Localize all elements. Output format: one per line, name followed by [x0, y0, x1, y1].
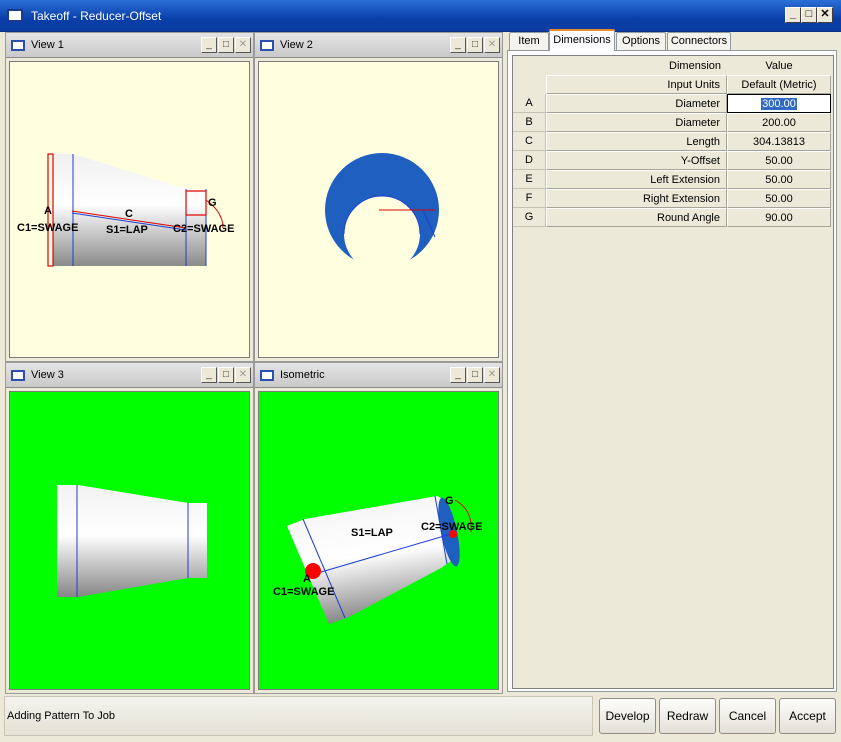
- view-2-titlebar[interactable]: View 2 _ □ ✕: [255, 33, 502, 58]
- row-value-input[interactable]: 300.00: [727, 94, 831, 113]
- isometric-label-g: G: [445, 495, 454, 507]
- status-bar: Adding Pattern To Job: [4, 696, 593, 736]
- isometric-label-a: A: [303, 573, 311, 585]
- tab-connectors[interactable]: Connectors: [667, 32, 731, 50]
- row-value-selected-text: 300.00: [761, 98, 797, 110]
- isometric-titlebar[interactable]: Isometric _ □ ✕: [255, 363, 502, 388]
- view-window-icon: [11, 370, 25, 381]
- row-id: E: [513, 170, 546, 189]
- row-dimension-label: Right Extension: [546, 189, 727, 208]
- view-3-close-button[interactable]: ✕: [235, 367, 251, 383]
- view-1-label-c2: C2=SWAGE: [173, 223, 234, 235]
- minimize-window-button[interactable]: _: [785, 7, 801, 23]
- tab-dimensions[interactable]: Dimensions: [549, 29, 615, 51]
- isometric-label-s1: S1=LAP: [351, 527, 393, 539]
- view-window-icon: [11, 40, 25, 51]
- window-title-bar[interactable]: Takeoff - Reducer-Offset _ □ ✕: [0, 0, 841, 32]
- row-dimension-label: Round Angle: [546, 208, 727, 227]
- view-1-label-g: G: [208, 197, 217, 209]
- grid-header-row: Dimension Value: [513, 57, 831, 76]
- view-1-label-s1: S1=LAP: [106, 224, 148, 236]
- isometric-minimize-button[interactable]: _: [450, 367, 466, 383]
- view-3-minimize-button[interactable]: _: [201, 367, 217, 383]
- window-body: View 1 _ □ ✕ A C G C1=SWAGE S1=LAP C2=SW…: [0, 29, 841, 742]
- view-2-maximize-button[interactable]: □: [467, 37, 483, 53]
- isometric-label-c2: C2=SWAGE: [421, 521, 482, 533]
- row-dimension-label: Diameter: [546, 113, 727, 132]
- row-dimension-label: Y-Offset: [546, 151, 727, 170]
- view-2-canvas[interactable]: [258, 61, 499, 358]
- app-window-icon: [7, 9, 23, 22]
- isometric-title: Isometric: [280, 369, 325, 381]
- grid-row-a: A Diameter 300.00: [513, 94, 831, 113]
- units-value[interactable]: Default (Metric): [727, 75, 831, 94]
- view-1-title: View 1: [31, 39, 64, 51]
- view-1-panel: View 1 _ □ ✕ A C G C1=SWAGE S1=LAP C2=SW…: [5, 32, 254, 362]
- grid-row-g: G Round Angle 90.00: [513, 208, 831, 227]
- dimensions-tab-page: Dimension Value Input Units Default (Met…: [507, 50, 837, 692]
- view-3-canvas[interactable]: [9, 391, 250, 690]
- tab-options[interactable]: Options: [616, 32, 666, 50]
- view-3-maximize-button[interactable]: □: [218, 367, 234, 383]
- row-value-cell[interactable]: 50.00: [727, 189, 831, 208]
- grid-row-d: D Y-Offset 50.00: [513, 151, 831, 170]
- view-1-label-a: A: [44, 205, 52, 217]
- view-1-minimize-button[interactable]: _: [201, 37, 217, 53]
- window-title: Takeoff - Reducer-Offset: [31, 9, 162, 23]
- row-dimension-label: Length: [546, 132, 727, 151]
- view-1-label-c1: C1=SWAGE: [17, 222, 78, 234]
- row-id: D: [513, 151, 546, 170]
- view-window-icon: [260, 370, 274, 381]
- grid-row-f: F Right Extension 50.00: [513, 189, 831, 208]
- isometric-panel: Isometric _ □ ✕ G C2=SWAGE S1=LAP A C1=S…: [254, 362, 503, 694]
- grid-row-e: E Left Extension 50.00: [513, 170, 831, 189]
- view-1-titlebar[interactable]: View 1 _ □ ✕: [6, 33, 253, 58]
- isometric-maximize-button[interactable]: □: [467, 367, 483, 383]
- view-2-title: View 2: [280, 39, 313, 51]
- view-3-panel: View 3 _ □ ✕: [5, 362, 254, 694]
- properties-panel: Item Dimensions Options Connectors Dimen…: [505, 29, 841, 694]
- view-1-maximize-button[interactable]: □: [218, 37, 234, 53]
- row-dimension-label: Diameter: [546, 94, 727, 113]
- grid-units-row: Input Units Default (Metric): [513, 75, 831, 94]
- row-id: B: [513, 113, 546, 132]
- row-value-cell[interactable]: 304.13813: [727, 132, 831, 151]
- dimensions-grid[interactable]: Dimension Value Input Units Default (Met…: [512, 55, 834, 689]
- row-value-cell[interactable]: 50.00: [727, 151, 831, 170]
- view-window-icon: [260, 40, 274, 51]
- maximize-window-button[interactable]: □: [801, 7, 817, 23]
- row-id: F: [513, 189, 546, 208]
- status-text: Adding Pattern To Job: [7, 710, 116, 722]
- close-window-button[interactable]: ✕: [817, 7, 833, 23]
- view-1-canvas[interactable]: A C G C1=SWAGE S1=LAP C2=SWAGE: [9, 61, 250, 358]
- view-2-minimize-button[interactable]: _: [450, 37, 466, 53]
- row-id: G: [513, 208, 546, 227]
- column-header-value: Value: [765, 60, 793, 72]
- grid-row-c: C Length 304.13813: [513, 132, 831, 151]
- cancel-button[interactable]: Cancel: [719, 698, 776, 734]
- isometric-canvas[interactable]: G C2=SWAGE S1=LAP A C1=SWAGE: [258, 391, 499, 690]
- develop-button[interactable]: Develop: [599, 698, 656, 734]
- view-1-label-c: C: [125, 208, 133, 220]
- row-dimension-label: Left Extension: [546, 170, 727, 189]
- view-2-close-button[interactable]: ✕: [484, 37, 500, 53]
- row-id: A: [513, 94, 546, 113]
- redraw-button[interactable]: Redraw: [659, 698, 716, 734]
- grid-row-b: B Diameter 200.00: [513, 113, 831, 132]
- row-value-cell[interactable]: 90.00: [727, 208, 831, 227]
- view-3-titlebar[interactable]: View 3 _ □ ✕: [6, 363, 253, 388]
- row-id: C: [513, 132, 546, 151]
- view-2-panel: View 2 _ □ ✕: [254, 32, 503, 362]
- units-label: Input Units: [546, 75, 727, 94]
- column-header-dimension: Dimension: [669, 60, 721, 72]
- view-3-title: View 3: [31, 369, 64, 381]
- tab-item[interactable]: Item: [509, 32, 549, 50]
- isometric-close-button[interactable]: ✕: [484, 367, 500, 383]
- row-value-cell[interactable]: 50.00: [727, 170, 831, 189]
- accept-button[interactable]: Accept: [779, 698, 836, 734]
- view-1-close-button[interactable]: ✕: [235, 37, 251, 53]
- isometric-label-c1: C1=SWAGE: [273, 586, 334, 598]
- row-value-cell[interactable]: 200.00: [727, 113, 831, 132]
